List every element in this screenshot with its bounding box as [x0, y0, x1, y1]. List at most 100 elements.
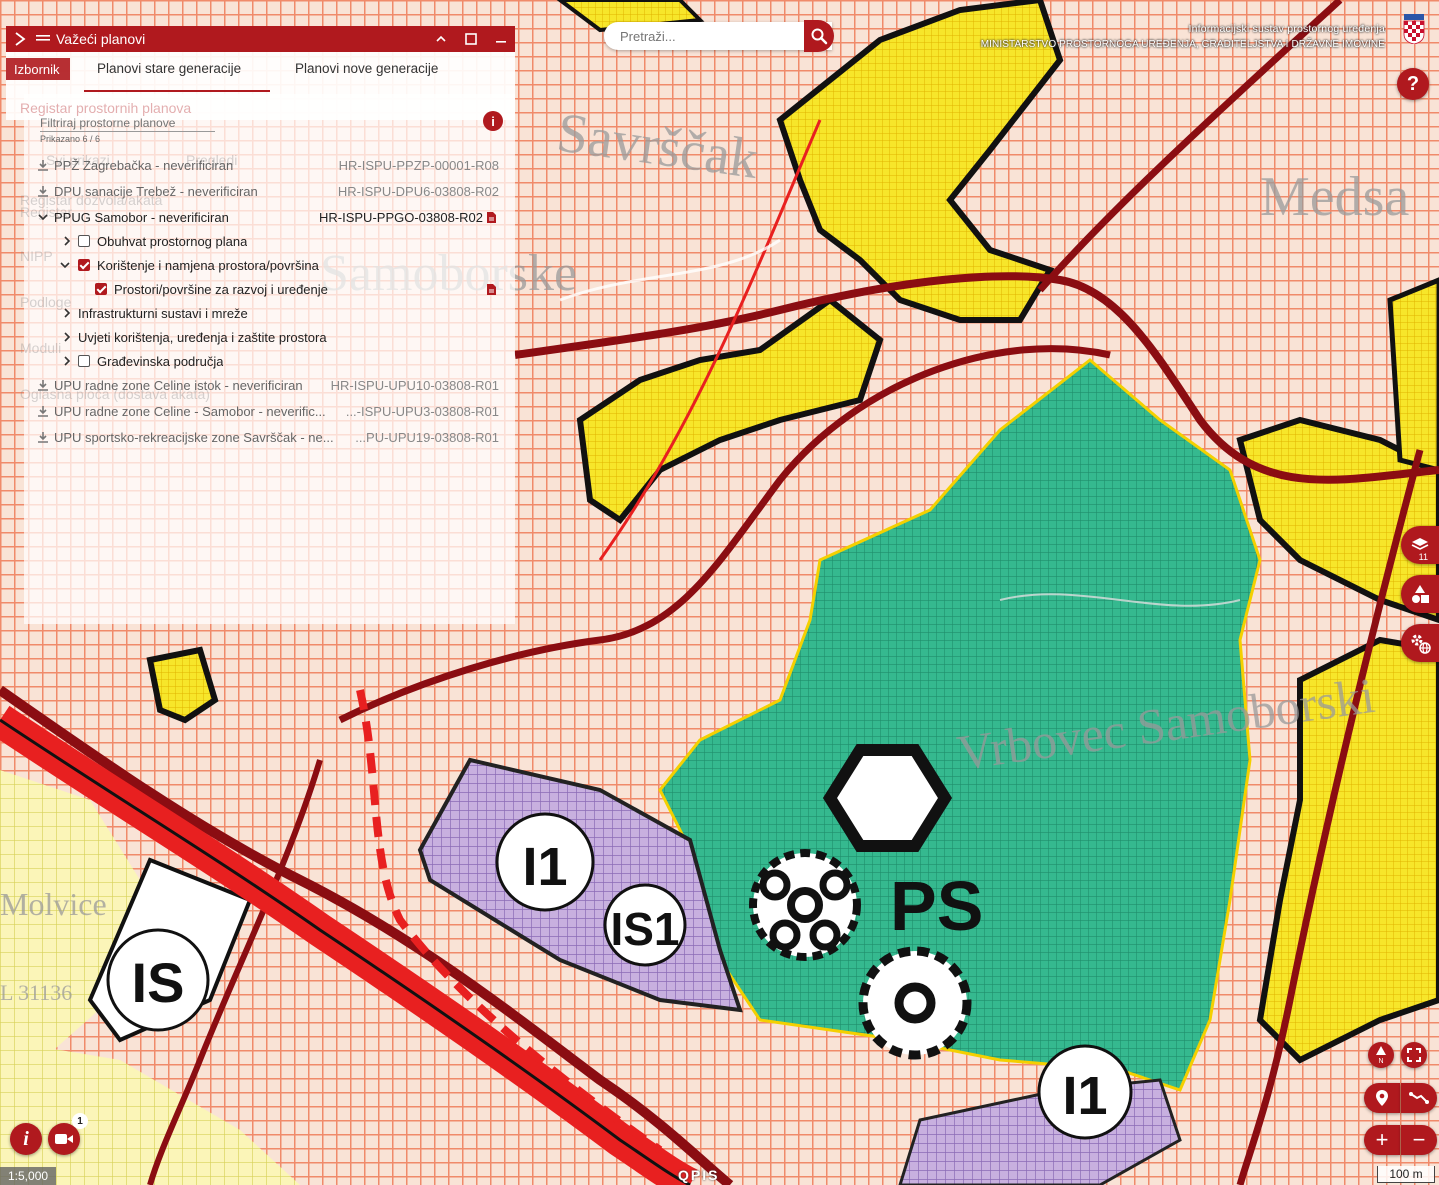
chevron-up-icon[interactable] — [432, 30, 450, 48]
download-icon[interactable] — [36, 184, 50, 198]
layer-checkbox-checked[interactable] — [78, 259, 90, 271]
search-box — [604, 22, 832, 50]
svg-text:IS: IS — [132, 951, 185, 1014]
search-input[interactable] — [604, 27, 802, 45]
layer-label: Obuhvat prostornog plana — [97, 233, 248, 249]
tab-old-generation[interactable]: Planovi stare generacije — [97, 61, 241, 76]
measure-icon — [1409, 1092, 1429, 1104]
chevron-right-icon[interactable] — [60, 354, 74, 368]
chevron-down-icon[interactable] — [36, 210, 50, 224]
info-icon: i — [23, 1127, 29, 1150]
zone-symbol-i1-lower: I1 — [1037, 1044, 1133, 1140]
plan-code: HR-ISPU-UPU10-03808-R01 — [330, 377, 499, 393]
location-button[interactable] — [1364, 1083, 1400, 1113]
layer-label: Građevinska područja — [97, 353, 224, 369]
plan-code: ...PU-UPU19-03808-R01 — [355, 429, 499, 445]
north-icon: N — [1376, 1046, 1386, 1064]
plan-row[interactable]: UPU radne zone Celine istok - neverifici… — [6, 373, 515, 397]
minimize-icon[interactable] — [492, 30, 510, 48]
document-icon[interactable] — [484, 282, 498, 296]
layer-label: Korištenje i namjena prostora/površina — [97, 257, 319, 273]
plan-code: HR-ISPU-PPGO-03808-R02 — [319, 209, 483, 225]
layer-label: Prostori/površine za razvoj i uređenje — [114, 281, 328, 297]
zone-symbol-ps: PS — [890, 867, 983, 945]
plan-row[interactable]: DPU sanacije Trebež - neverificiran HR-I… — [6, 179, 515, 203]
layers-button[interactable]: 11 — [1401, 526, 1439, 564]
valid-plans-panel: Važeći planovi Izbornik Planovi stare ge… — [6, 26, 515, 624]
tab-new-generation[interactable]: Planovi nove generacije — [295, 61, 438, 76]
panel-info-icon[interactable]: i — [483, 111, 503, 131]
layers-icon — [1411, 538, 1429, 550]
zoom-out-button[interactable]: − — [1401, 1125, 1437, 1155]
ministry-brand: Informacijski sustav prostornog uređenja… — [981, 22, 1385, 52]
menu-icon[interactable] — [36, 33, 50, 45]
hexagon-symbol — [822, 744, 953, 852]
chevron-right-icon[interactable] — [60, 306, 74, 320]
ghost-menu-registar-planova: Registar prostornih planova — [20, 100, 192, 116]
fullscreen-button[interactable] — [1401, 1042, 1427, 1068]
plan-name: UPU sportsko-rekreacijske zone Savrščak … — [54, 429, 334, 445]
layer-row[interactable]: Prostori/površine za razvoj i uređenje — [6, 277, 515, 301]
croatian-coat-of-arms-icon — [1403, 14, 1425, 44]
chevron-right-icon[interactable] — [60, 234, 74, 248]
shapes-icon — [1412, 585, 1429, 603]
settings-globe-button[interactable] — [1401, 624, 1439, 662]
maximize-icon[interactable] — [462, 30, 480, 48]
shapes-button[interactable] — [1401, 575, 1439, 613]
brand-line-system: Informacijski sustav prostornog uređenja — [1188, 23, 1385, 35]
plan-name: PPŽ Zagrebačka - neverificiran — [54, 157, 234, 173]
zone-symbol-is1: IS1 — [603, 883, 687, 967]
zoom-out-icon: − — [1412, 1127, 1426, 1152]
camera-icon — [55, 1134, 73, 1144]
info-button[interactable]: i — [10, 1123, 42, 1155]
chevron-down-icon[interactable] — [58, 258, 72, 272]
plan-row[interactable]: UPU sportsko-rekreacijske zone Savrščak … — [6, 425, 515, 449]
layer-row[interactable]: Obuhvat prostornog plana — [6, 229, 515, 253]
svg-text:PS: PS — [890, 867, 983, 945]
zoom-in-button[interactable]: + — [1364, 1125, 1400, 1155]
zoom-in-icon: + — [1375, 1127, 1389, 1152]
layer-checkbox-checked[interactable] — [95, 283, 107, 295]
layer-row[interactable]: Uvjeti korištenja, uređenja i zaštite pr… — [6, 325, 515, 349]
active-tab-indicator — [84, 90, 270, 92]
brand-line-ministry: MINISTARSTVO PROSTORNOGA UREĐENJA, GRADI… — [980, 39, 1385, 50]
layer-row[interactable]: Infrastrukturni sustavi i mreže — [6, 301, 515, 325]
layer-row[interactable]: Korištenje i namjena prostora/površina — [6, 253, 515, 277]
layer-checkbox[interactable] — [78, 355, 90, 367]
layer-label: Infrastrukturni sustavi i mreže — [78, 305, 248, 321]
document-icon[interactable] — [484, 210, 498, 224]
panel-header: Važeći planovi — [6, 26, 515, 52]
pump-station-symbol — [858, 946, 972, 1060]
filter-plans-input[interactable] — [40, 116, 215, 132]
layer-checkbox[interactable] — [78, 235, 90, 247]
svg-text:N: N — [1378, 1058, 1383, 1064]
download-icon[interactable] — [36, 158, 50, 172]
shown-count: Prikazano 6 / 6 — [40, 134, 101, 144]
download-icon[interactable] — [36, 378, 50, 392]
plan-name: UPU radne zone Celine istok - neverifici… — [54, 377, 303, 393]
plan-name: PPUG Samobor - neverificiran — [54, 209, 229, 225]
help-icon: ? — [1406, 72, 1420, 95]
scale-ratio: 1:5,000 — [0, 1167, 57, 1185]
measure-button[interactable] — [1401, 1083, 1437, 1113]
layers-count: 11 — [1418, 552, 1428, 562]
layer-row[interactable]: Građevinska područja — [6, 349, 515, 373]
camera-badge: 1 — [72, 1113, 88, 1129]
map-label-road: L 31136 — [0, 980, 72, 1005]
plan-row[interactable]: PPŽ Zagrebačka - neverificiran HR-ISPU-P… — [6, 153, 515, 177]
collapse-panel-icon[interactable] — [14, 31, 30, 47]
location-icon — [1376, 1090, 1388, 1106]
panel-title: Važeći planovi — [56, 31, 146, 47]
plan-row[interactable]: UPU radne zone Celine - Samobor - neveri… — [6, 399, 515, 423]
tab-izbornik[interactable]: Izbornik — [6, 58, 70, 80]
plan-name: DPU sanacije Trebež - neverificiran — [54, 183, 258, 199]
plan-row-expanded[interactable]: PPUG Samobor - neverificiran HR-ISPU-PPG… — [6, 205, 515, 229]
zone-symbol-is: IS — [106, 928, 210, 1032]
help-button[interactable]: ? — [1397, 68, 1429, 100]
download-icon[interactable] — [36, 404, 50, 418]
download-icon[interactable] — [36, 430, 50, 444]
qpis-logo: QPIS — [678, 1167, 720, 1183]
sports-ball-symbol — [749, 849, 861, 961]
north-button[interactable]: N — [1368, 1042, 1394, 1068]
chevron-right-icon[interactable] — [60, 330, 74, 344]
